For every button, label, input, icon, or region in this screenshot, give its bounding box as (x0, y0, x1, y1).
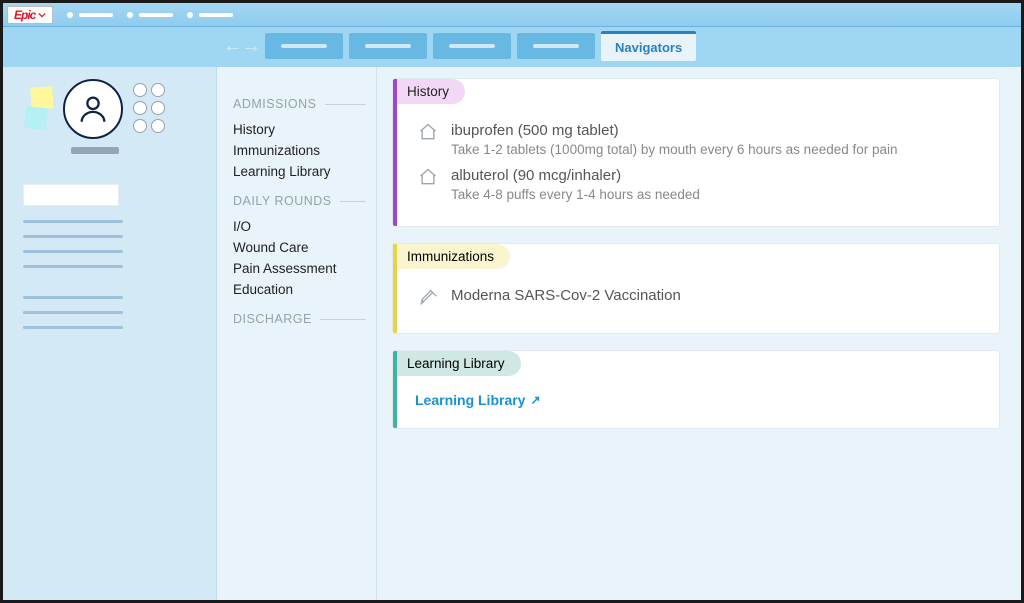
workspace-header: ← → Navigators (3, 27, 1021, 67)
medication-instructions: Take 4-8 puffs every 1-4 hours as needed (451, 187, 700, 202)
section-learning-library: Learning Library Learning Library ↗ (393, 351, 999, 428)
syringe-icon (415, 287, 441, 309)
titlebar-placeholder (61, 12, 233, 18)
workspace-tab-navigators[interactable]: Navigators (601, 31, 696, 61)
external-link-icon: ↗ (530, 393, 540, 407)
navgroup-daily-rounds: DAILY ROUNDS (233, 194, 366, 208)
back-arrow-icon[interactable]: ← (223, 35, 239, 58)
section-title-learning: Learning Library (397, 351, 521, 376)
navitem-history[interactable]: History (233, 119, 366, 140)
navitem-io[interactable]: I/O (233, 216, 366, 237)
medication-instructions: Take 1-2 tablets (1000mg total) by mouth… (451, 142, 898, 157)
patient-name-placeholder (71, 147, 119, 154)
patient-avatar[interactable] (63, 79, 123, 139)
workspace-tab-2[interactable] (349, 33, 427, 59)
section-history: History ibuprofen (500 mg tablet) Take 1… (393, 79, 999, 226)
medication-row[interactable]: albuterol (90 mcg/inhaler) Take 4-8 puff… (415, 167, 981, 202)
section-title-immunizations: Immunizations (397, 244, 510, 269)
sticky-note-icon[interactable] (24, 106, 48, 130)
immunization-name: Moderna SARS-Cov-2 Vaccination (451, 287, 681, 304)
titlebar: Epic (3, 3, 1021, 27)
immunization-row[interactable]: Moderna SARS-Cov-2 Vaccination (415, 287, 981, 309)
workspace-tab-4[interactable] (517, 33, 595, 59)
navitem-pain[interactable]: Pain Assessment (233, 258, 366, 279)
main-content: History ibuprofen (500 mg tablet) Take 1… (377, 67, 1021, 600)
workspace-tab-3[interactable] (433, 33, 511, 59)
navitem-education[interactable]: Education (233, 279, 366, 300)
link-label: Learning Library (415, 392, 525, 408)
navgroup-label: ADMISSIONS (233, 97, 317, 111)
person-icon (76, 92, 110, 126)
learning-library-link[interactable]: Learning Library ↗ (415, 392, 541, 408)
navigator-panel: ADMISSIONS History Immunizations Learnin… (217, 67, 377, 600)
navitem-woundcare[interactable]: Wound Care (233, 237, 366, 258)
brand-label: Epic (14, 8, 35, 22)
section-title-history: History (397, 79, 465, 104)
navgroup-label: DAILY ROUNDS (233, 194, 332, 208)
chevron-down-icon (38, 11, 46, 19)
epic-menu-button[interactable]: Epic (7, 6, 53, 24)
navgroup-admissions: ADMISSIONS (233, 97, 366, 111)
patient-search-box[interactable] (23, 184, 119, 206)
tab-label: Navigators (615, 40, 682, 55)
patient-info-placeholder (23, 220, 196, 268)
navitem-learning[interactable]: Learning Library (233, 161, 366, 182)
workspace-tab-1[interactable] (265, 33, 343, 59)
patient-status-dots (133, 83, 165, 133)
navgroup-discharge: DISCHARGE (233, 312, 366, 326)
navitem-immunizations[interactable]: Immunizations (233, 140, 366, 161)
patient-info-placeholder (23, 296, 196, 329)
patient-sidebar (3, 67, 217, 600)
home-icon (415, 122, 441, 157)
section-immunizations: Immunizations Moderna SARS-Cov-2 Vaccina… (393, 244, 999, 333)
medication-name: albuterol (90 mcg/inhaler) (451, 167, 700, 184)
medication-name: ibuprofen (500 mg tablet) (451, 122, 898, 139)
forward-arrow-icon[interactable]: → (241, 35, 257, 58)
navgroup-label: DISCHARGE (233, 312, 312, 326)
app-window: Epic ← → Navigators (0, 0, 1024, 603)
nav-arrows: ← → (223, 35, 257, 58)
home-icon (415, 167, 441, 202)
medication-row[interactable]: ibuprofen (500 mg tablet) Take 1-2 table… (415, 122, 981, 157)
